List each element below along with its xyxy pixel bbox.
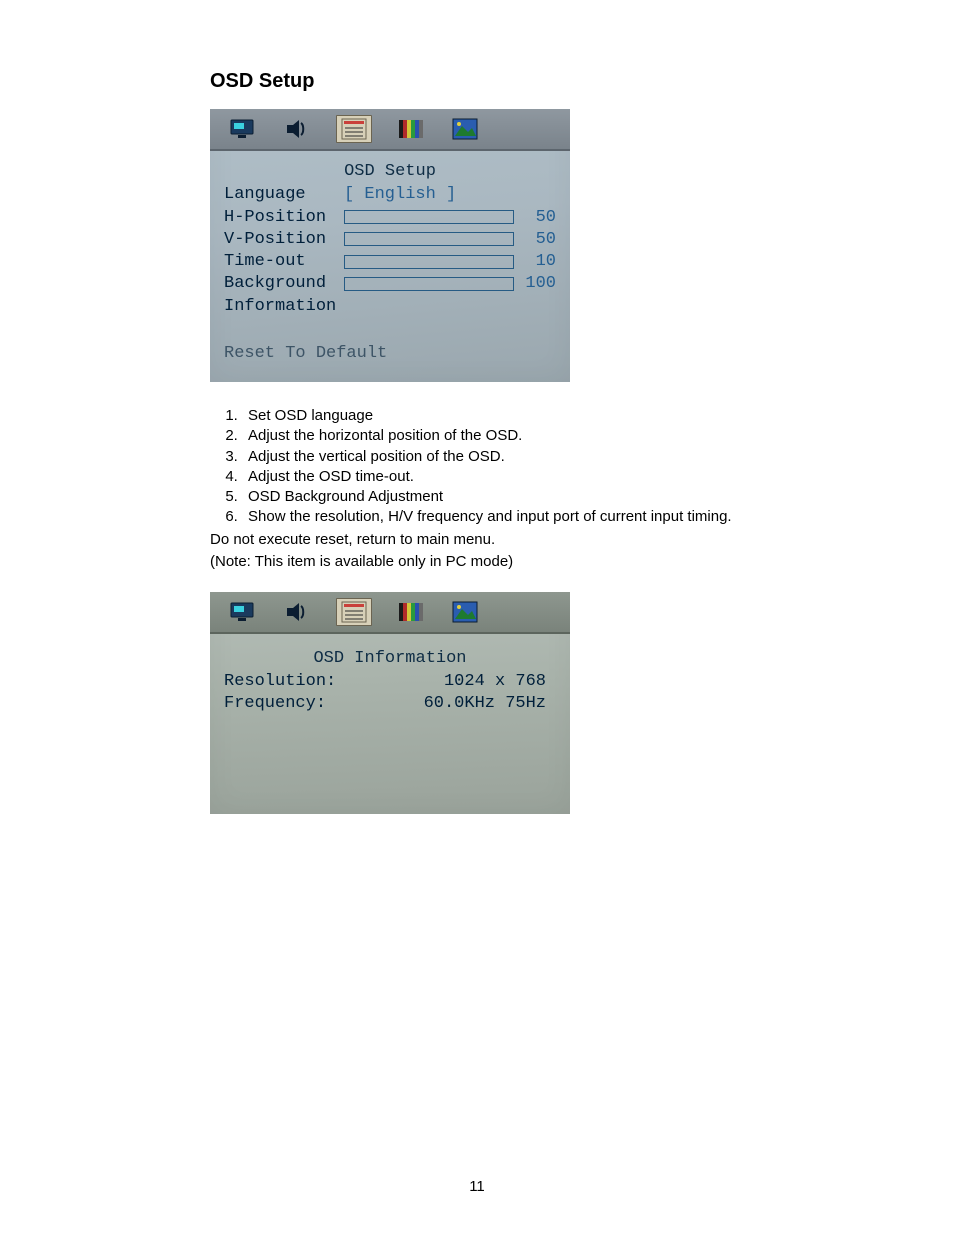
osd-info-body: OSD Information Resolution: 1024 x 768 F… xyxy=(210,634,570,814)
monitor-icon xyxy=(228,116,258,142)
osd-slider: 10 xyxy=(344,251,556,272)
osd-setup-body: OSD Setup Language [ English ] H-Positio… xyxy=(210,151,570,382)
speaker-icon xyxy=(282,116,312,142)
osd-info-frequency-row: Frequency: 60.0KHz 75Hz xyxy=(224,693,556,714)
osd-row-language: Language [ English ] xyxy=(224,184,556,205)
osd-information-screenshot: OSD Information Resolution: 1024 x 768 F… xyxy=(210,592,570,814)
section-heading: OSD Setup xyxy=(210,70,854,93)
osd-desc-item: Adjust the horizontal position of the OS… xyxy=(242,426,854,446)
osd-frequency-value: 60.0KHz 75Hz xyxy=(354,693,556,714)
color-bars-icon xyxy=(396,599,426,625)
osd-slider-track xyxy=(344,277,514,291)
osd-slider: 50 xyxy=(344,207,556,228)
osd-description-block: Set OSD languageAdjust the horizontal po… xyxy=(210,406,854,572)
bracket-close: ] xyxy=(436,184,456,205)
list-icon xyxy=(336,115,372,143)
osd-desc-item: OSD Background Adjustment xyxy=(242,487,854,507)
osd-row-background: Background 100 xyxy=(224,273,556,294)
osd-desc-item: Adjust the vertical position of the OSD. xyxy=(242,447,854,467)
bracket-open: [ xyxy=(344,184,364,205)
osd-info-title: OSD Information xyxy=(224,648,556,669)
picture-icon xyxy=(450,599,480,625)
page-number: 11 xyxy=(0,1178,954,1195)
osd-slider-value: 100 xyxy=(514,273,556,294)
osd-row-v-position: V-Position 50 xyxy=(224,229,556,250)
osd-frequency-label: Frequency: xyxy=(224,693,354,714)
osd-row-information: Information xyxy=(224,296,556,317)
osd-slider-value: 50 xyxy=(514,229,556,250)
osd-slider: 50 xyxy=(344,229,556,250)
osd-setup-title: OSD Setup xyxy=(224,161,556,182)
color-bars-icon xyxy=(396,116,426,142)
osd-toolbar xyxy=(210,592,570,634)
osd-setting-label: V-Position xyxy=(224,229,344,250)
osd-slider: 100 xyxy=(344,273,556,294)
osd-desc-item: Adjust the OSD time-out. xyxy=(242,467,854,487)
osd-language-value: English xyxy=(364,184,435,205)
osd-slider-track xyxy=(344,255,514,269)
osd-resolution-label: Resolution: xyxy=(224,671,354,692)
osd-setting-label: Background xyxy=(224,273,344,294)
osd-resolution-value: 1024 x 768 xyxy=(354,671,556,692)
osd-setting-label: Time-out xyxy=(224,251,344,272)
osd-information-label: Information xyxy=(224,296,344,317)
osd-row-h-position: H-Position 50 xyxy=(224,207,556,228)
osd-info-resolution-row: Resolution: 1024 x 768 xyxy=(224,671,556,692)
osd-desc-line-b: (Note: This item is available only in PC… xyxy=(210,552,854,572)
monitor-icon xyxy=(228,599,258,625)
osd-slider-track xyxy=(344,232,514,246)
osd-row-time-out: Time-out 10 xyxy=(224,251,556,272)
osd-reset-label: Reset To Default xyxy=(224,343,556,364)
osd-toolbar xyxy=(210,109,570,151)
speaker-icon xyxy=(282,599,312,625)
osd-setting-label: H-Position xyxy=(224,207,344,228)
osd-slider-track xyxy=(344,210,514,224)
osd-desc-item: Show the resolution, H/V frequency and i… xyxy=(242,507,854,527)
picture-icon xyxy=(450,116,480,142)
osd-setup-screenshot: OSD Setup Language [ English ] H-Positio… xyxy=(210,109,570,382)
osd-slider-value: 10 xyxy=(514,251,556,272)
osd-description-list: Set OSD languageAdjust the horizontal po… xyxy=(210,406,854,528)
list-icon xyxy=(336,598,372,626)
osd-language-label: Language xyxy=(224,184,344,205)
osd-slider-value: 50 xyxy=(514,207,556,228)
osd-desc-line-a: Do not execute reset, return to main men… xyxy=(210,530,854,550)
osd-desc-item: Set OSD language xyxy=(242,406,854,426)
document-page: OSD Setup OSD Setup Language [ xyxy=(0,0,954,1235)
